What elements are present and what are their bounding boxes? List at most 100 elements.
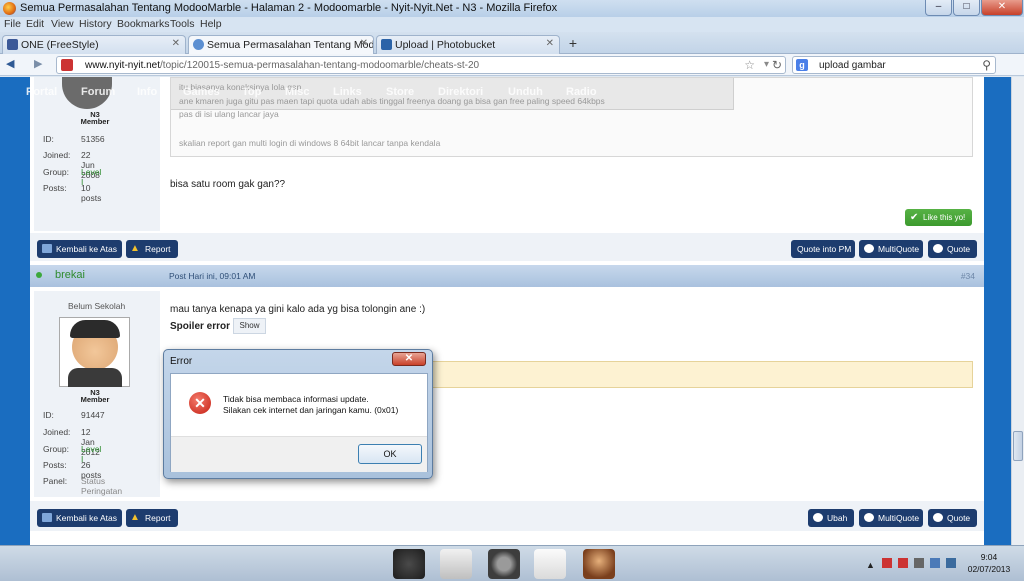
chrome-taskbar-icon[interactable]	[488, 549, 520, 579]
profile-joined: Joined: 22 Jun 2008	[43, 150, 100, 180]
profile-id: ID: 91447	[43, 410, 105, 420]
network-icon[interactable]	[930, 558, 940, 568]
spoiler-show-button[interactable]: Show	[233, 318, 266, 334]
dialog-body: ✕ Tidak bisa membaca informasi update. S…	[170, 373, 428, 472]
tab-bar: ONE (FreeStyle) ✕ Semua Permasalahan Ten…	[0, 32, 1024, 55]
reload-icon[interactable]: ↻	[772, 58, 782, 72]
url-bar[interactable]: www.nyit-nyit.net/topic/120015-semua-per…	[56, 56, 786, 74]
nav-unduh[interactable]: Unduh	[508, 86, 543, 98]
speech-bubble-icon	[864, 513, 874, 522]
nav-store[interactable]: Store	[386, 86, 414, 98]
nav-info[interactable]: Info	[137, 86, 157, 98]
avatar-body	[68, 368, 122, 387]
firefox-icon	[3, 2, 16, 15]
search-input[interactable]: upload gambar	[819, 60, 886, 71]
edit-button[interactable]: Ubah	[808, 509, 854, 527]
profile-panel: Panel: Status Peringatan	[43, 476, 123, 496]
dropdown-icon[interactable]: ▾	[764, 59, 769, 70]
google-icon[interactable]: g	[796, 59, 808, 71]
url-text: www.nyit-nyit.net/topic/120015-semua-per…	[85, 60, 480, 71]
tray-app-icon[interactable]	[882, 558, 892, 568]
nav-games[interactable]: Games	[183, 86, 220, 98]
speech-bubble-icon	[813, 513, 823, 522]
file-explorer-taskbar-icon[interactable]	[440, 549, 472, 579]
site-icon	[193, 39, 204, 50]
window-titlebar: Semua Permasalahan Tentang ModooMarble -…	[0, 0, 1024, 17]
notepad-taskbar-icon[interactable]	[534, 549, 566, 579]
flag-icon[interactable]	[914, 558, 924, 568]
nav-direktori[interactable]: Direktori	[438, 86, 483, 98]
multiquote-button[interactable]: MultiQuote	[859, 240, 923, 258]
menu-file[interactable]: File	[4, 18, 21, 30]
like-button[interactable]: ✔ Like this yo!	[905, 209, 972, 226]
post2-username[interactable]: brekai	[55, 269, 85, 281]
clock[interactable]: 9:04 02/07/2013	[963, 551, 1015, 575]
quote-into-pm-button[interactable]: Quote into PM	[791, 240, 855, 258]
dialog-close-button[interactable]: ✕	[392, 352, 426, 366]
tab-label: Semua Permasalahan Tentang Modoo...	[207, 39, 374, 51]
post2-number[interactable]: #34	[961, 271, 975, 281]
nav-links[interactable]: Links	[333, 86, 362, 98]
report-button[interactable]: ▲ Report	[126, 509, 178, 527]
minimize-button[interactable]: –	[925, 0, 952, 16]
post2-text: mau tanya kenapa ya gini kalo ada yg bis…	[170, 304, 426, 315]
show-hidden-icons[interactable]: ▲	[866, 560, 875, 570]
site-navigation: Portal Forum Info Games Top Misc Links S…	[0, 86, 1024, 104]
search-bar[interactable]: g upload gambar ⚲	[792, 56, 996, 74]
nav-forum[interactable]: Forum	[81, 86, 115, 98]
profile-posts: Posts: 26 posts	[43, 460, 102, 480]
volume-icon[interactable]	[946, 558, 956, 568]
member-badge: N3 Member	[80, 388, 110, 404]
quote-button[interactable]: Quote	[928, 509, 977, 527]
profile-joined: Joined: 12 Jan 2012	[43, 427, 100, 457]
scrollbar-thumb[interactable]	[1013, 431, 1023, 461]
menu-help[interactable]: Help	[200, 18, 222, 30]
nav-portal[interactable]: Portal	[26, 86, 57, 98]
close-window-button[interactable]: ✕	[981, 0, 1023, 16]
vertical-scrollbar[interactable]	[1011, 77, 1024, 545]
spoiler-label: Spoiler error	[170, 321, 231, 332]
tab-semua-permasalahan[interactable]: Semua Permasalahan Tentang Modoo... ✕	[188, 35, 374, 55]
multiquote-button[interactable]: MultiQuote	[859, 509, 923, 527]
tab-one-freestyle[interactable]: ONE (FreeStyle) ✕	[2, 35, 186, 54]
speech-bubble-icon	[864, 244, 874, 253]
speech-bubble-icon	[933, 244, 943, 253]
avatar[interactable]	[59, 317, 130, 387]
post2-date: Post Hari ini, 09:01 AM	[169, 271, 256, 281]
game-taskbar-icon[interactable]	[583, 549, 615, 579]
menu-bookmarks[interactable]: Bookmarks	[117, 18, 170, 30]
nav-misc[interactable]: Misc	[285, 86, 309, 98]
profile-posts: Posts: 10 posts	[43, 183, 102, 203]
taskbar: ▲ 9:04 02/07/2013	[0, 545, 1024, 581]
forward-button[interactable]: ▶	[34, 57, 50, 73]
search-icon[interactable]: ⚲	[982, 58, 991, 72]
tray-app-icon[interactable]	[898, 558, 908, 568]
error-icon: ✕	[189, 392, 211, 414]
new-tab-button[interactable]: +	[565, 36, 581, 52]
rank-title: Belum Sekolah	[68, 301, 126, 311]
menu-history[interactable]: History	[79, 18, 112, 30]
tab-label: Upload | Photobucket	[395, 39, 496, 51]
tab-close-icon[interactable]: ✕	[546, 38, 554, 49]
back-button[interactable]: ◀	[6, 57, 22, 73]
back-to-top-button[interactable]: Kembali ke Atas	[37, 509, 122, 527]
window-title: Semua Permasalahan Tentang ModooMarble -…	[20, 2, 558, 14]
back-to-top-button[interactable]: Kembali ke Atas	[37, 240, 122, 258]
maximize-button[interactable]: □	[953, 0, 980, 16]
report-button[interactable]: ▲ Report	[126, 240, 178, 258]
tab-close-icon[interactable]: ✕	[360, 38, 368, 49]
nav-top[interactable]: Top	[242, 86, 261, 98]
menu-tools[interactable]: Tools	[170, 18, 195, 30]
tab-photobucket[interactable]: Upload | Photobucket ✕	[376, 35, 560, 54]
bookmark-star-icon[interactable]: ☆	[744, 58, 755, 72]
menu-view[interactable]: View	[51, 18, 74, 30]
ok-button[interactable]: OK	[358, 444, 422, 464]
firefox-taskbar-icon[interactable]	[393, 549, 425, 579]
quote-button[interactable]: Quote	[928, 240, 977, 258]
nav-radio[interactable]: Radio	[566, 86, 597, 98]
avatar-hair	[70, 320, 120, 338]
error-dialog: Error ✕ ✕ Tidak bisa membaca informasi u…	[163, 349, 433, 479]
site-identity-icon[interactable]	[61, 59, 73, 71]
menu-edit[interactable]: Edit	[26, 18, 44, 30]
tab-close-icon[interactable]: ✕	[172, 38, 180, 49]
